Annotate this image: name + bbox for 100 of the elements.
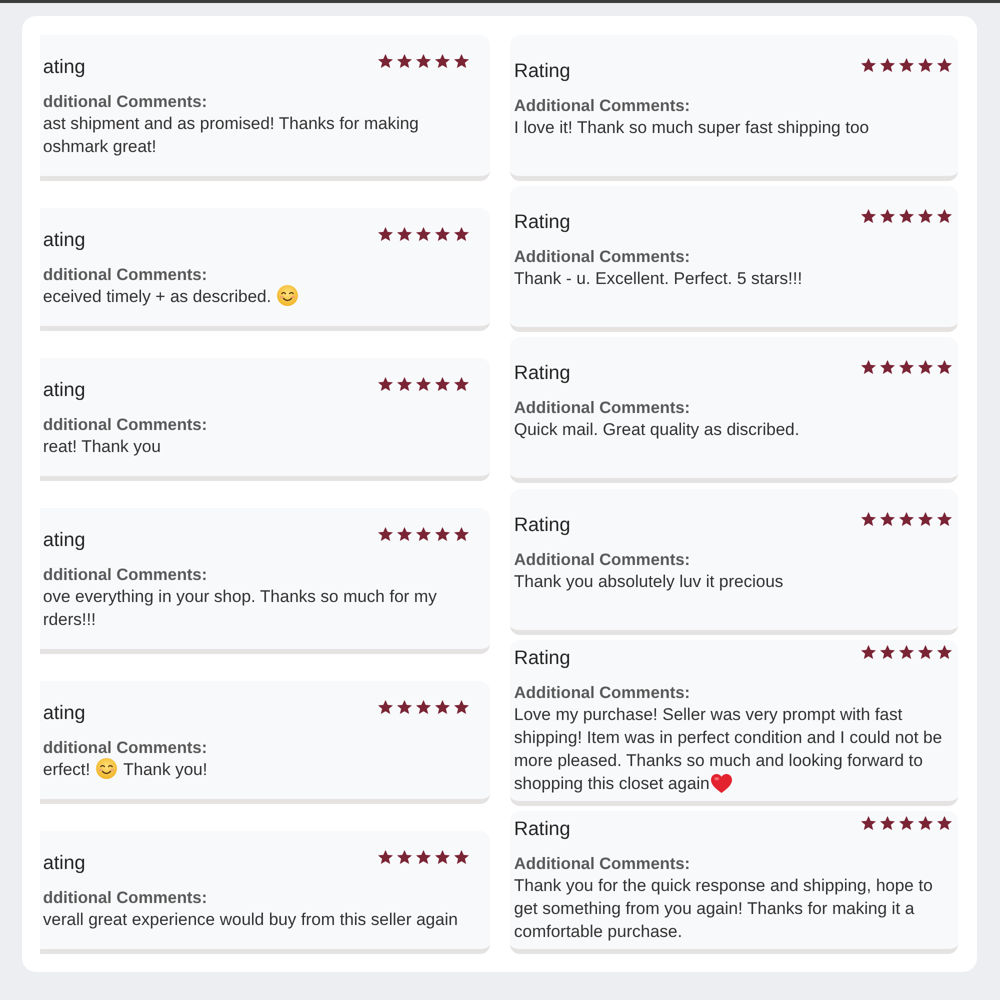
star-icon [416, 377, 431, 391]
star-icon [937, 360, 952, 374]
star-icon [416, 227, 431, 241]
star-icon [899, 209, 914, 224]
rating-label: ating [43, 701, 86, 725]
comments-label: dditional Comments: [43, 415, 208, 435]
comment-text: Quick mail. Great quality as discribed. [514, 420, 800, 440]
rating-label: ating [43, 228, 86, 252]
star-icon [899, 58, 914, 72]
star-icon [937, 816, 952, 830]
star-icon [899, 644, 914, 659]
comments-label: dditional Comments: [43, 738, 208, 758]
smiling-face-icon [277, 285, 298, 306]
star-icon [416, 54, 431, 68]
comment-text: Thank you! [123, 760, 208, 779]
star-icon [416, 527, 431, 541]
rating-label: Rating [514, 59, 570, 83]
star-icon [435, 227, 450, 241]
star-icon [454, 850, 469, 864]
rating-label: ating [43, 528, 86, 552]
star-icon [880, 644, 895, 659]
star-icon [899, 512, 914, 526]
star-icon [880, 209, 895, 224]
star-icon [416, 700, 431, 714]
star-icon [416, 850, 431, 864]
star-icon [861, 360, 876, 374]
rating-label: ating [43, 55, 86, 79]
comments-label: dditional Comments: [43, 565, 208, 585]
star-icon [861, 58, 876, 72]
star-icon [880, 360, 895, 374]
rating-label: ating [43, 378, 86, 402]
comment-text: eceived timely + as described. [43, 287, 272, 306]
star-icon [397, 527, 412, 541]
star-icon [937, 58, 952, 72]
comment-text: shopping this closet again [514, 774, 710, 793]
star-icon [454, 377, 469, 391]
star-icon [397, 227, 412, 241]
comment-text: ove everything in your shop. Thanks so much for my rders!!! [43, 587, 437, 629]
rating-label: Rating [514, 646, 570, 670]
comment-text: verall great experience would buy from this seller again [43, 910, 458, 929]
star-icon [861, 209, 876, 224]
smiling-face-icon [96, 758, 118, 779]
rating-label: ating [43, 851, 86, 875]
star-icon [880, 512, 895, 526]
star-icon [397, 700, 412, 714]
star-icon [378, 850, 393, 864]
rating-label: Rating [514, 512, 570, 537]
comments-label: Additional Comments: [514, 550, 691, 570]
star-icon [397, 377, 412, 391]
star-icon [937, 644, 952, 659]
comments-label: dditional Comments: [43, 888, 208, 908]
star-icon [880, 58, 895, 72]
star-icon [397, 54, 412, 68]
star-icon [899, 816, 914, 830]
star-icon [918, 816, 933, 830]
star-icon [378, 377, 393, 391]
star-icon [918, 512, 933, 526]
star-icon [378, 527, 393, 541]
star-icon [918, 644, 933, 659]
star-icon [899, 360, 914, 374]
star-icon [918, 58, 933, 72]
star-icon [454, 527, 469, 541]
star-icon [378, 227, 393, 241]
star-icon [435, 54, 450, 68]
comment-text: ast shipment and as promised! Thanks for making oshmark great! [43, 114, 419, 156]
star-icon [937, 512, 952, 526]
star-icon [435, 850, 450, 864]
rating-label: Rating [514, 361, 570, 386]
star-icon [861, 512, 876, 526]
star-icon [454, 227, 469, 241]
comment-text: Thank you for the quick response and shipping, hope to get something from you again! Thanks for making it a comfortable purchase. [514, 876, 933, 941]
comment-text: I love it! Thank so much super fast shipping too [514, 118, 869, 137]
star-icon [397, 850, 412, 864]
star-icon [454, 54, 469, 68]
star-icon [861, 816, 876, 830]
comments-label: dditional Comments: [43, 92, 208, 112]
star-icon [937, 209, 952, 224]
heart-icon [710, 774, 732, 793]
comments-label: Additional Comments: [514, 682, 691, 703]
star-icon [880, 816, 895, 830]
comment-text: Thank - u. Excellent. Perfect. 5 stars!!! [514, 269, 802, 288]
comments-label: Additional Comments: [514, 96, 691, 116]
comment-text: Thank you absolutely luv it precious [514, 572, 784, 591]
star-icon [918, 360, 933, 374]
comments-label: Additional Comments: [514, 854, 691, 874]
star-icon [918, 209, 933, 224]
star-icon [454, 700, 469, 714]
star-icon [861, 644, 876, 659]
star-icon [435, 527, 450, 541]
star-icon [435, 700, 450, 714]
comments-label: Additional Comments: [514, 247, 691, 268]
rating-label: Rating [514, 210, 570, 234]
comments-label: dditional Comments: [43, 265, 208, 285]
star-icon [378, 700, 393, 714]
rating-label: Rating [514, 816, 570, 841]
comments-label: Additional Comments: [514, 398, 691, 418]
star-icon [435, 377, 450, 391]
star-icon [378, 54, 393, 68]
comment-text: erfect! [43, 760, 90, 779]
comment-text: reat! Thank you [43, 437, 161, 456]
